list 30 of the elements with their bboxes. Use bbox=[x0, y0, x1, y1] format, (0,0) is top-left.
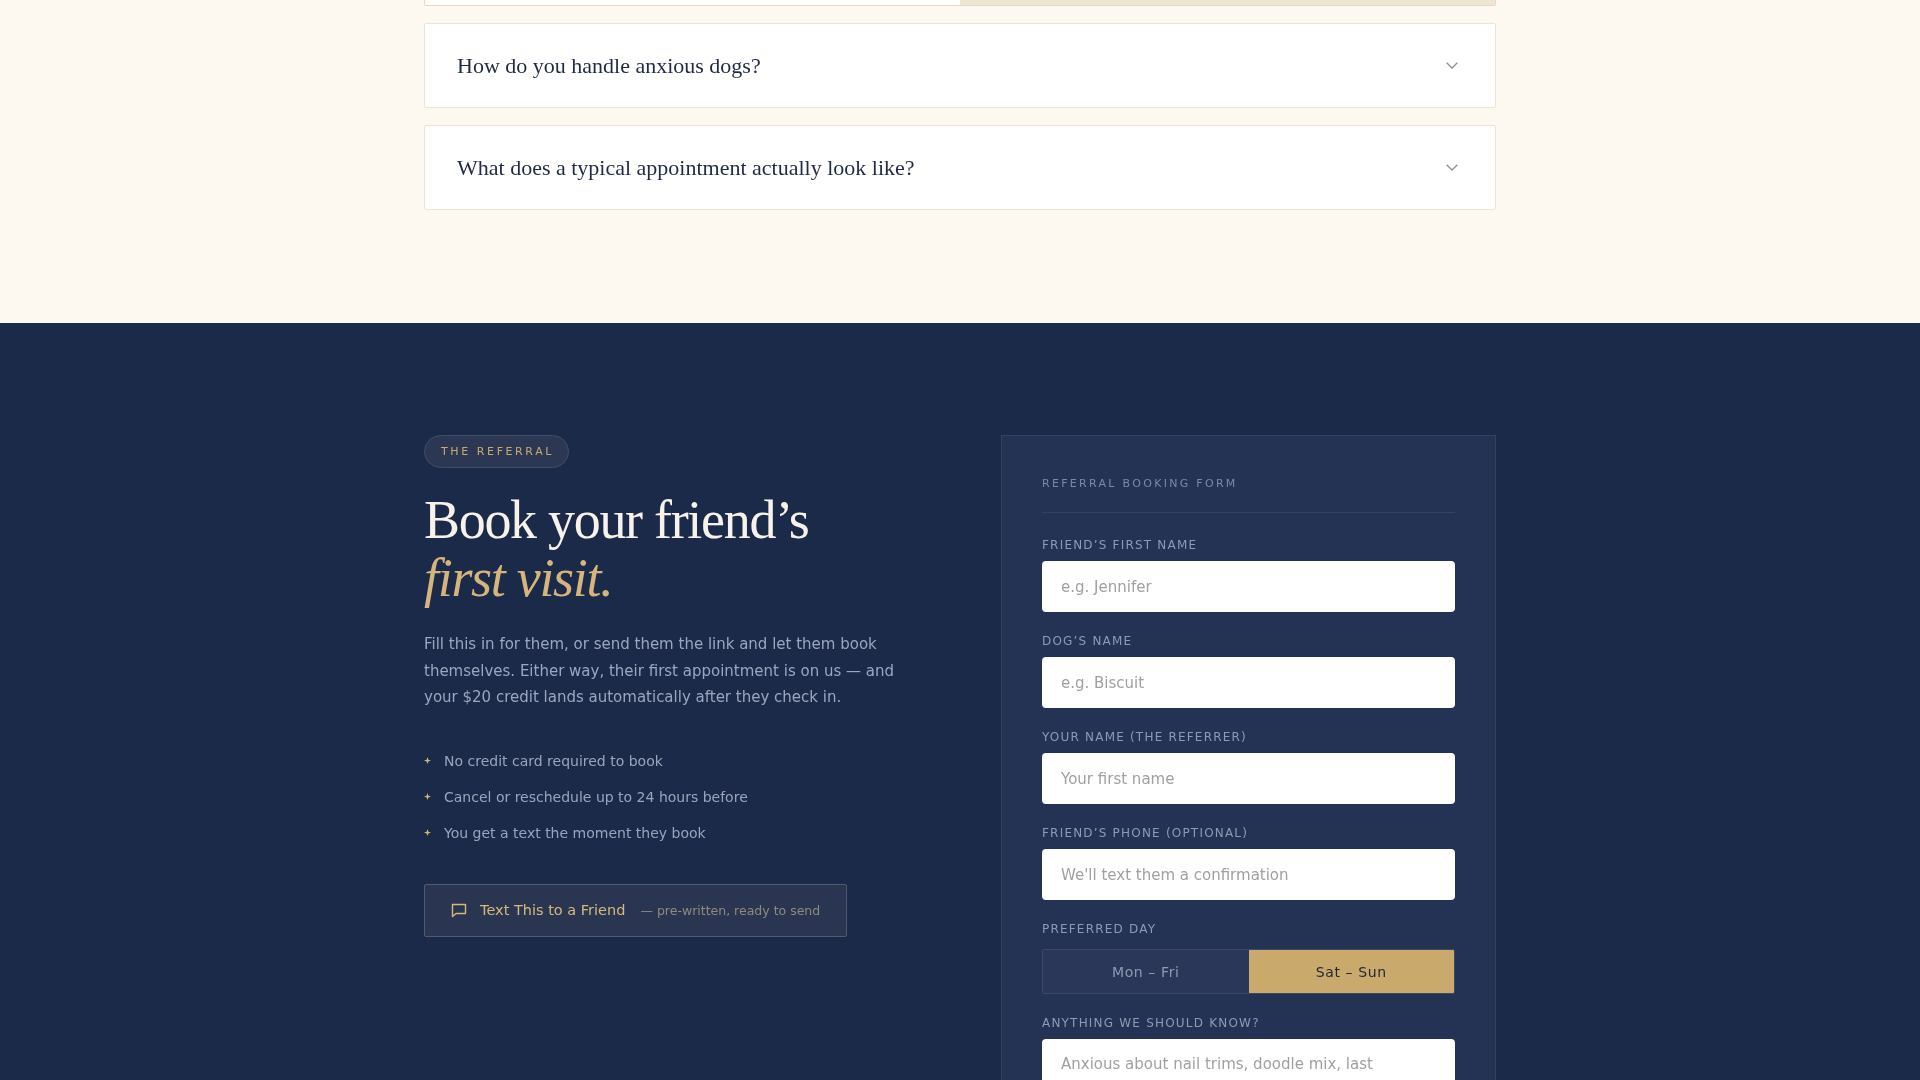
form-title: REFERRAL BOOKING FORM bbox=[1042, 476, 1239, 492]
section-badge: THE REFERRAL bbox=[424, 435, 569, 468]
description-text: Fill this in for them, or send them the link and let them book themselves. Either way, their first appointment is on us — and your $20 credit lands automatically after they check in. bbox=[424, 634, 895, 708]
day-option[interactable]: Mon – Fri bbox=[1043, 950, 1249, 993]
perk-text: You get a text the moment they book bbox=[444, 823, 706, 843]
sparkle-icon bbox=[424, 757, 431, 764]
field-label: ANYTHING WE SHOULD KNOW? bbox=[1042, 1015, 1261, 1031]
section-heading: Book your friend’s bbox=[424, 491, 809, 549]
chevron-icon bbox=[1446, 62, 1458, 69]
perk-text: Cancel or reschedule up to 24 hours before bbox=[444, 787, 748, 807]
textarea-field[interactable]: Anxious about nail trims, doodle mix, last bbox=[1042, 1039, 1455, 1080]
text-input[interactable]: Your first name bbox=[1042, 753, 1455, 804]
faq-item[interactable]: How do you handle anxious dogs? bbox=[424, 23, 1496, 108]
heading-accent: first visit. bbox=[424, 549, 613, 607]
perk-text: No credit card required to book bbox=[444, 751, 663, 771]
text-input[interactable]: e.g. Jennifer bbox=[1042, 561, 1455, 612]
field-label: YOUR NAME (THE REFERRER) bbox=[1042, 729, 1248, 745]
chevron-icon bbox=[1446, 164, 1458, 171]
text-input[interactable]: We'll text them a confirmation bbox=[1042, 849, 1455, 900]
faq-item[interactable]: What does a typical appointment actually look like? bbox=[424, 125, 1496, 210]
field-label: FRIEND’S FIRST NAME bbox=[1042, 537, 1199, 553]
field-label: DOG’S NAME bbox=[1042, 633, 1134, 649]
field-label: FRIEND’S PHONE (OPTIONAL) bbox=[1042, 825, 1250, 841]
field-label: PREFERRED DAY bbox=[1042, 921, 1158, 937]
sparkle-icon bbox=[424, 793, 431, 800]
text-friend-button[interactable]: Text This to a Friend — pre-written, ready to send bbox=[424, 883, 848, 937]
chat-bubble-icon bbox=[451, 902, 467, 918]
day-option[interactable]: Sat – Sun bbox=[1248, 950, 1454, 993]
sparkle-icon bbox=[424, 829, 431, 836]
text-input[interactable]: e.g. Biscuit bbox=[1042, 657, 1455, 708]
